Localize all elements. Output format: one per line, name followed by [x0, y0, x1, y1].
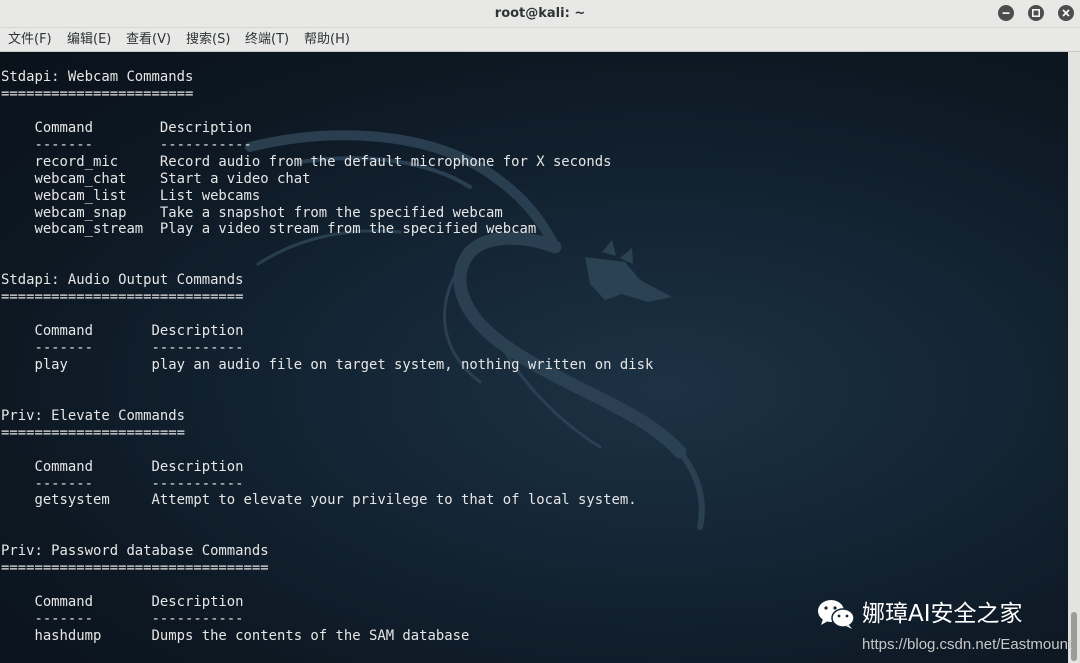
- terminal-line: =============================: [1, 289, 244, 306]
- close-icon: [1062, 9, 1070, 17]
- terminal-line: Command Description: [1, 323, 244, 340]
- terminal-line: Stdapi: Audio Output Commands: [1, 272, 244, 289]
- menu-terminal[interactable]: 终端(T): [245, 28, 289, 51]
- minimize-button[interactable]: [998, 5, 1014, 21]
- terminal-line: record_mic Record audio from the default…: [1, 153, 612, 170]
- watermark-url: https://blog.csdn.net/Eastmount: [862, 636, 1073, 653]
- terminal-text: Stdapi: Webcam Commands =================…: [1, 69, 653, 645]
- watermark-text: 娜璋AI安全之家: [862, 601, 1023, 627]
- menu-file[interactable]: 文件(F): [8, 28, 52, 51]
- close-button[interactable]: [1058, 5, 1074, 21]
- terminal-line: webcam_snap Take a snapshot from the spe…: [1, 204, 503, 221]
- terminal-line: Stdapi: Webcam Commands: [1, 69, 194, 85]
- menu-edit[interactable]: 编辑(E): [67, 28, 111, 51]
- menu-search[interactable]: 搜索(S): [186, 28, 230, 51]
- terminal-output-area[interactable]: Stdapi: Webcam Commands =================…: [0, 52, 1068, 663]
- wechat-icon: [818, 600, 855, 629]
- menu-view[interactable]: 查看(V): [126, 28, 171, 51]
- menu-bar: 文件(F) 编辑(E) 查看(V) 搜索(S) 终端(T) 帮助(H): [0, 28, 1080, 52]
- terminal-line: webcam_list List webcams: [1, 187, 261, 204]
- terminal-window: root@kali: ~ 文件(F) 编辑(E) 查看(V) 搜索(S) 终端(…: [0, 0, 1080, 663]
- terminal-line: ------- -----------: [1, 611, 244, 627]
- terminal-line: ------- -----------: [1, 136, 252, 153]
- terminal-line: ======================: [1, 424, 185, 441]
- terminal-line: ================================: [1, 560, 269, 577]
- menu-help[interactable]: 帮助(H): [304, 28, 350, 51]
- terminal-line: webcam_chat Start a video chat: [1, 170, 311, 187]
- vertical-scrollbar[interactable]: [1068, 52, 1080, 663]
- title-bar[interactable]: root@kali: ~: [0, 0, 1080, 28]
- window-title: root@kali: ~: [494, 6, 586, 21]
- minimize-icon: [1002, 12, 1010, 14]
- terminal-line: getsystem Attempt to elevate your privil…: [1, 492, 637, 509]
- terminal-line: ------- -----------: [1, 340, 244, 356]
- terminal-line: Command Description: [1, 119, 252, 136]
- terminal-line: ------- -----------: [1, 475, 244, 492]
- terminal-line: Priv: Elevate Commands: [1, 407, 185, 424]
- terminal-line: =======================: [1, 85, 194, 102]
- maximize-icon: [1032, 9, 1040, 17]
- terminal-line: Priv: Password database Commands: [1, 543, 269, 560]
- terminal-line: Command Description: [1, 458, 244, 475]
- terminal-line: webcam_stream Play a video stream from t…: [1, 221, 537, 238]
- terminal-line: Command Description: [1, 594, 244, 611]
- terminal-line: play play an audio file on target system…: [1, 356, 654, 373]
- terminal-line: hashdump Dumps the contents of the SAM d…: [1, 627, 470, 644]
- maximize-button[interactable]: [1028, 5, 1044, 21]
